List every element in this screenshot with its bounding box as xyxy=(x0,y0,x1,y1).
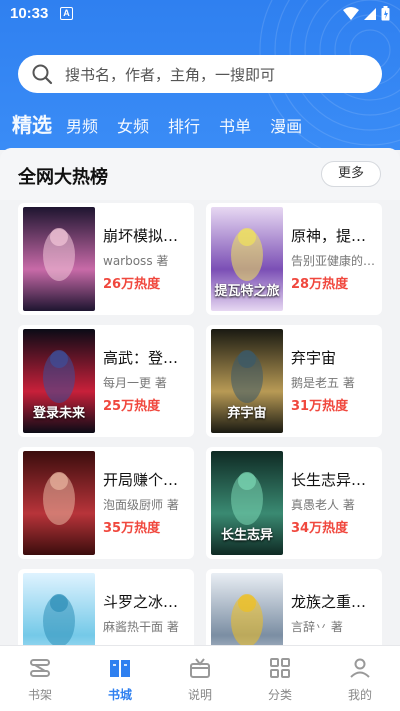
signal-icon xyxy=(364,7,376,20)
section-title: 全网大热榜 xyxy=(18,167,108,188)
notification-icon: A xyxy=(60,7,73,20)
book-title: 龙族之重启… xyxy=(291,593,379,611)
tab-female[interactable]: 女频 xyxy=(117,116,149,138)
book-cover[interactable]: 登录未来 xyxy=(23,329,95,433)
book-card[interactable]: 斗罗之冰魔… 麻酱热干面 著 xyxy=(18,569,194,645)
book-card[interactable]: 弃宇宙 弃宇宙 鹅是老五 著 31万热度 xyxy=(206,325,382,437)
book-heat: 34万热度 xyxy=(291,521,349,536)
book-author: 真愚老人 著 xyxy=(291,498,355,512)
nav-item-category[interactable]: 分类 xyxy=(240,646,320,711)
tab-male[interactable]: 男频 xyxy=(66,116,98,138)
header: 10:33 A 搜书名，作者，主角，一搜即可 精选 男频 女频 排行 书单 漫画 xyxy=(0,0,400,150)
book-card[interactable]: 提瓦特之旅 原神，提瓦… 告别亚健康的… 28万热度 xyxy=(206,203,382,315)
book-cover[interactable]: 弃宇宙 xyxy=(211,329,283,433)
bottom-nav: 书架 书城 说明 分类 我的 xyxy=(0,645,400,711)
book-cover[interactable] xyxy=(23,207,95,311)
book-cover[interactable]: 龙族 xyxy=(211,573,283,645)
book-title: 长生志异，… xyxy=(291,471,379,489)
nav-label-category: 分类 xyxy=(267,688,292,702)
book-cover[interactable] xyxy=(23,573,95,645)
grid-icon xyxy=(270,658,290,678)
cover-title: 弃宇宙 xyxy=(227,406,267,421)
book-card[interactable]: 登录未来 高武：登录… 每月一更 著 25万热度 xyxy=(18,325,194,437)
book-author: 每月一更 著 xyxy=(103,376,167,390)
book-title: 崩坏模拟器… xyxy=(103,227,191,245)
search-placeholder: 搜书名，作者，主角，一搜即可 xyxy=(65,65,276,84)
book-title: 原神，提瓦… xyxy=(291,227,379,245)
book-author: 言辞丷 著 xyxy=(291,620,343,634)
cover-title: 提瓦特之旅 xyxy=(214,284,280,299)
nav-label-info: 说明 xyxy=(187,688,212,702)
user-icon xyxy=(350,658,370,678)
book-author: 麻酱热干面 著 xyxy=(103,620,179,634)
bookstore-icon xyxy=(110,660,130,677)
book-author: 泡面级厨师 著 xyxy=(103,498,179,512)
nav-label-bookstore: 书城 xyxy=(107,688,132,702)
book-card[interactable]: 长生志异 长生志异，… 真愚老人 著 34万热度 xyxy=(206,447,382,559)
search-bar[interactable]: 搜书名，作者，主角，一搜即可 xyxy=(18,55,382,93)
status-time: 10:33 xyxy=(10,5,49,22)
gift-icon xyxy=(190,658,210,678)
nav-item-mine[interactable]: 我的 xyxy=(320,646,400,711)
tab-ranking[interactable]: 排行 xyxy=(168,116,200,138)
book-heat: 31万热度 xyxy=(291,399,349,414)
tab-comics[interactable]: 漫画 xyxy=(270,116,302,138)
book-cover[interactable]: 提瓦特之旅 xyxy=(211,207,283,311)
book-title: 开局赚个邻… xyxy=(103,471,191,489)
nav-item-info[interactable]: 说明 xyxy=(160,646,240,711)
nav-item-bookstore[interactable]: 书城 xyxy=(80,646,160,711)
wifi-icon xyxy=(343,6,359,20)
book-heat: 35万热度 xyxy=(103,521,161,536)
nav-label-mine: 我的 xyxy=(347,688,372,702)
battery-icon xyxy=(381,6,390,21)
book-title: 斗罗之冰魔… xyxy=(103,593,191,611)
category-tabs: 精选 男频 女频 排行 书单 漫画 xyxy=(12,108,321,138)
status-bar: 10:33 A xyxy=(0,0,400,28)
book-heat: 25万热度 xyxy=(103,399,161,414)
book-author: warboss 著 xyxy=(103,254,169,268)
tab-featured[interactable]: 精选 xyxy=(12,112,52,138)
nav-item-bookshelf[interactable]: 书架 xyxy=(0,646,80,711)
tab-booklist[interactable]: 书单 xyxy=(219,116,251,138)
book-heat: 28万热度 xyxy=(291,277,349,292)
nav-label-bookshelf: 书架 xyxy=(27,688,52,702)
cover-title: 长生志异 xyxy=(220,528,273,543)
book-title: 弃宇宙 xyxy=(291,349,337,367)
book-heat: 26万热度 xyxy=(103,277,161,292)
book-card[interactable]: 龙族龙族之重启… 言辞丷 著 xyxy=(206,569,382,645)
book-author: 鹅是老五 著 xyxy=(291,376,355,390)
book-cover[interactable] xyxy=(23,451,95,555)
bookshelf-icon xyxy=(30,659,50,677)
book-card[interactable]: 开局赚个邻… 泡面级厨师 著 35万热度 xyxy=(18,447,194,559)
main-content: 全网大热榜 更多 崩坏模拟器… warboss 著 26万热度 提瓦特之旅 原神，提瓦…… xyxy=(0,148,400,645)
cover-title: 登录未来 xyxy=(32,406,85,421)
more-button[interactable]: 更多 xyxy=(321,161,381,187)
book-cover[interactable]: 长生志异 xyxy=(211,451,283,555)
book-author: 告别亚健康的… xyxy=(291,254,376,268)
section-header: 全网大热榜 更多 xyxy=(0,148,400,200)
search-icon xyxy=(32,64,53,85)
book-title: 高武：登录… xyxy=(103,349,191,367)
book-card[interactable]: 崩坏模拟器… warboss 著 26万热度 xyxy=(18,203,194,315)
